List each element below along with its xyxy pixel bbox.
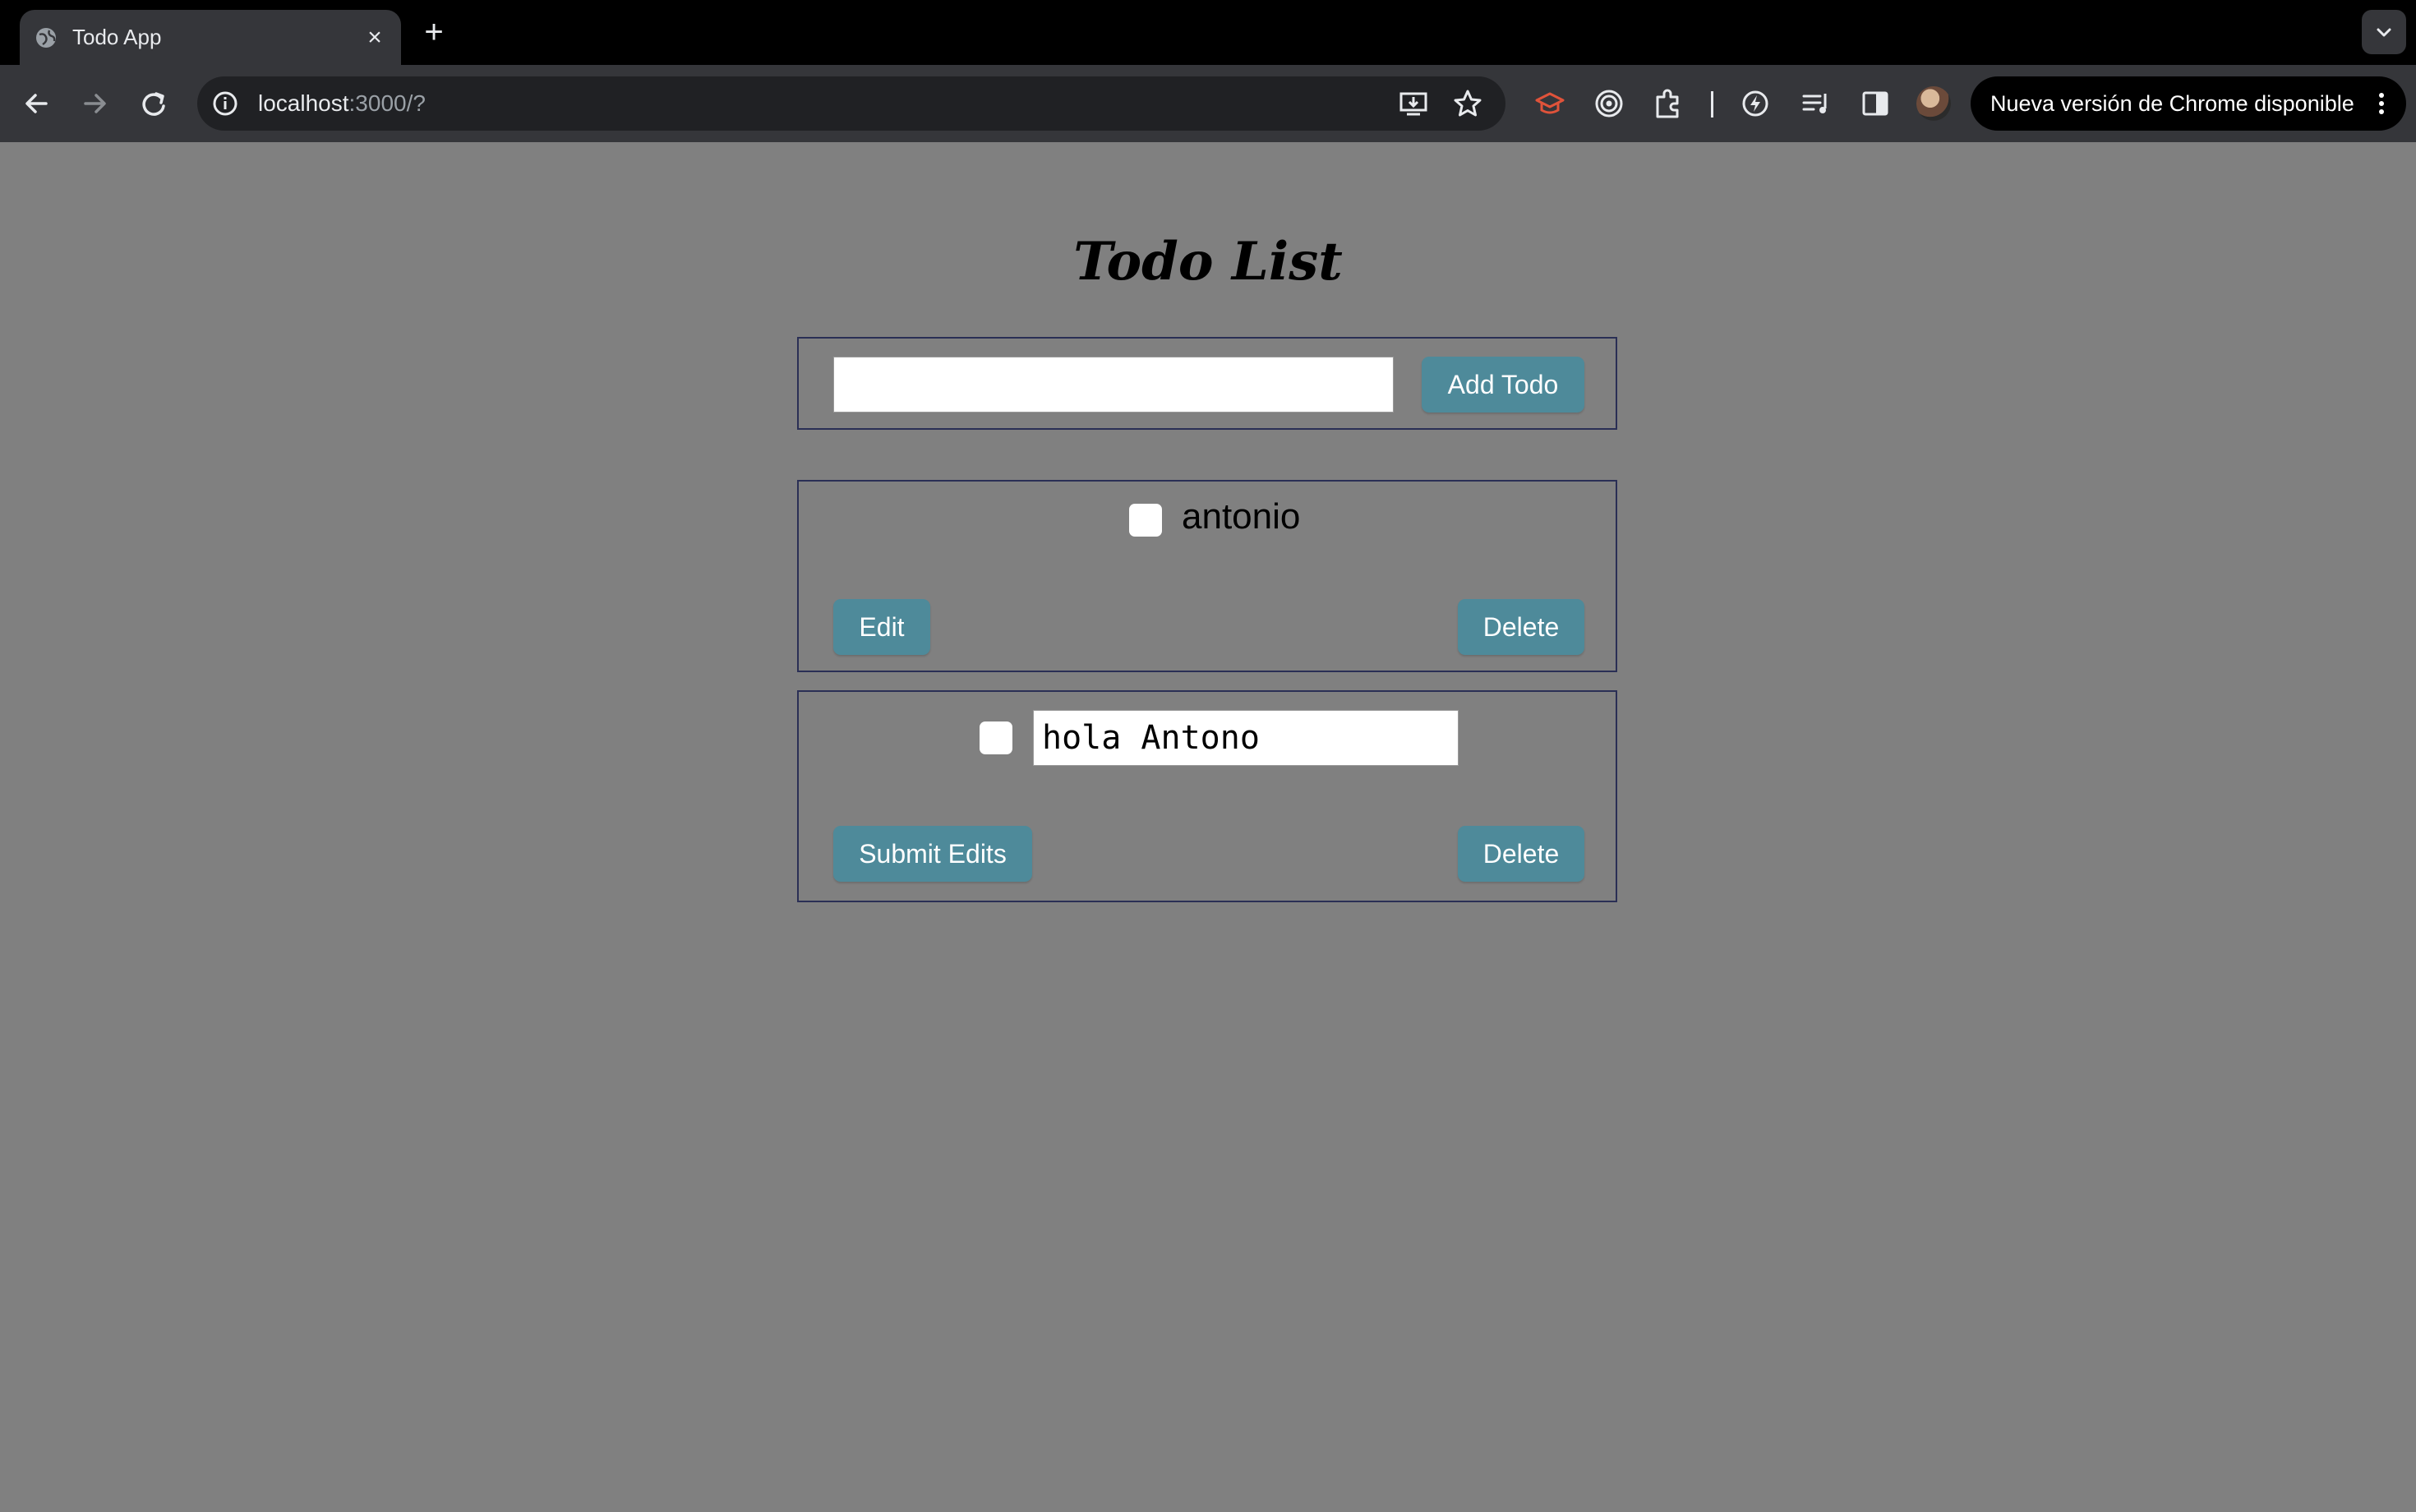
extension-bolt-icon[interactable] [1737,85,1773,122]
todo-item: antonio Edit Delete [797,480,1617,672]
edit-button[interactable]: Edit [833,599,930,655]
submit-edits-button[interactable]: Submit Edits [833,826,1032,882]
tab-todo-app[interactable]: Todo App × [20,10,401,65]
toolbar-divider [1711,91,1713,118]
delete-button[interactable]: Delete [1458,599,1584,655]
kebab-menu-icon[interactable] [2373,87,2390,120]
globe-icon [36,28,56,48]
reload-icon[interactable] [133,83,174,124]
url-host: localhost [258,90,349,116]
extension-target-icon[interactable] [1591,85,1627,122]
chevron-down-icon [2377,28,2391,37]
new-tab-button[interactable]: + [417,15,450,49]
install-app-icon[interactable] [1397,87,1430,120]
update-label: Nueva versión de Chrome disponible [1990,91,2354,116]
todo-checkbox[interactable] [1129,504,1162,537]
todo-text: antonio [1182,496,1301,537]
url-path: :3000/? [348,90,426,116]
todo-checkbox[interactable] [980,721,1012,754]
bookmark-star-icon[interactable] [1451,87,1484,120]
site-info-icon[interactable] [209,87,242,120]
add-todo-button[interactable]: Add Todo [1422,357,1584,413]
url-text[interactable]: localhost:3000/? [258,76,426,131]
page-title: Todo List [1073,231,1343,293]
side-panel-icon[interactable] [1857,85,1893,122]
new-todo-input[interactable] [833,357,1394,413]
back-arrow-icon[interactable] [16,83,58,124]
reading-list-icon[interactable] [1798,85,1834,122]
edit-todo-input[interactable]: hola Antono [1033,710,1459,766]
delete-button[interactable]: Delete [1458,826,1584,882]
chrome-update-button[interactable]: Nueva versión de Chrome disponible [1971,76,2406,131]
forward-arrow-icon[interactable] [74,83,115,124]
close-icon[interactable]: × [362,25,388,51]
tab-title: Todo App [72,25,162,49]
tab-search-button[interactable] [2362,10,2406,54]
address-bar[interactable]: localhost:3000/? [197,76,1505,131]
extensions-puzzle-icon[interactable] [1650,85,1686,122]
todo-item-editing: hola Antono Submit Edits Delete [797,690,1617,902]
browser-toolbar: localhost:3000/? Nueva versión de Chrome… [0,65,2416,142]
profile-avatar[interactable] [1916,86,1951,121]
page-content: Todo List Add Todo antonio Edit Delete h… [0,142,2416,1512]
extension-graduation-cap-icon[interactable] [1532,85,1568,122]
add-todo-form: Add Todo [797,337,1617,430]
browser-tab-strip: Todo App × + [0,0,2416,65]
